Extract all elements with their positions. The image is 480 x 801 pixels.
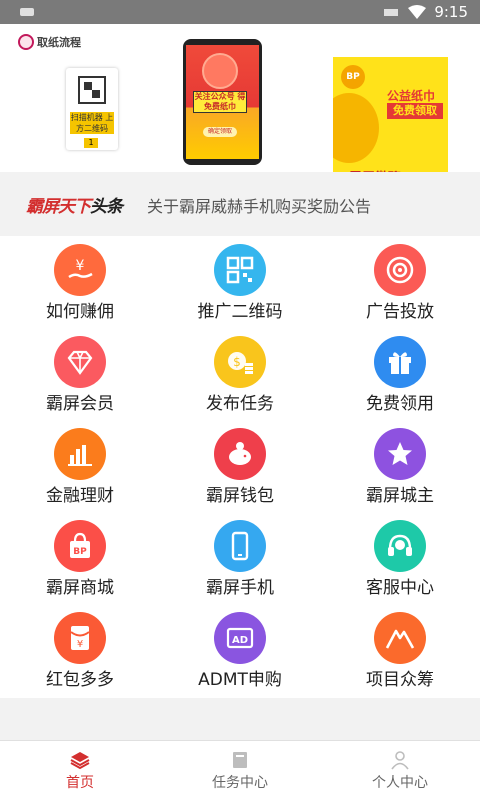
svg-text:BP: BP [73,547,87,557]
tissue-circle-icon [202,53,238,89]
svg-text:¥: ¥ [76,258,85,274]
red-envelope-icon: ¥ [54,612,106,664]
grid-item-label: 免费领用 [366,394,434,414]
grid-item-label: 霸屏城主 [366,486,434,506]
feature-grid: ¥ 如何赚佣 推广二维码 广告投放霸屏会员 $ 发布任务 免费领用金融理财 霸屏钱包 霸屏城主 B… [0,236,480,698]
qr-code-icon [78,76,106,104]
grid-item-label: 霸屏手机 [206,578,274,598]
grid-item-10[interactable]: BP 霸屏商城 [0,512,160,604]
grid-item-7[interactable]: 金融理财 [0,420,160,512]
qr-card-label: 扫描机器 上方二维码 [70,112,114,134]
banner-tag-text: 取纸流程 [37,36,81,49]
tab-home[interactable]: 首页 [0,741,160,801]
qr-card-step: 1 [84,138,98,148]
shopping-bag-icon: BP [54,520,106,572]
poster-badge: BP [341,65,365,89]
qr-code-icon [214,244,266,296]
grid-item-label: 霸屏钱包 [206,486,274,506]
grid-item-12[interactable]: 客服中心 [320,512,480,604]
status-bar: 9:15 [0,0,480,24]
grid-item-label: 广告投放 [366,302,434,322]
bar-chart-icon [54,428,106,480]
grid-item-3[interactable]: 广告投放 [320,236,480,328]
grid-item-label: 发布任务 [206,394,274,414]
grid-item-15[interactable]: 项目众筹 [320,604,480,696]
cell-signal-icon [384,9,398,16]
poster-title-main: 免费领取 [387,103,443,119]
grid-item-label: 项目众筹 [366,670,434,690]
svg-text:$: $ [233,355,241,369]
money-hand-icon: ¥ [54,244,106,296]
bottom-tab-bar: 首页 任务中心 个人中心 [0,740,480,800]
diamond-icon [54,336,106,388]
grid-item-2[interactable]: 推广二维码 [160,236,320,328]
grid-item-11[interactable]: 霸屏手机 [160,512,320,604]
poster-title-top: 公益纸巾 [387,89,436,103]
grid-item-label: 金融理财 [46,486,114,506]
gift-icon [374,336,426,388]
grid-item-13[interactable]: ¥ 红包多多 [0,604,160,696]
person-icon [391,751,409,770]
headline-brand-red: 霸屏天下 [26,197,91,217]
ad-icon: AD [214,612,266,664]
svg-text:¥: ¥ [77,639,83,650]
banner-carousel[interactable]: 取纸流程 扫描机器 上方二维码 1 关注公众号 得免费纸巾 确定领取 BP 公益… [0,24,480,189]
coins-icon: $ [214,336,266,388]
phone-card-sign: 关注公众号 得免费纸巾 [193,91,247,113]
grid-item-1[interactable]: ¥ 如何赚佣 [0,236,160,328]
spacer [0,698,480,740]
star-icon [374,428,426,480]
headline-news[interactable]: 关于霸屏威赫手机购买奖励公告 [147,193,371,217]
grid-item-4[interactable]: 霸屏会员 [0,328,160,420]
poster-card: BP 公益纸巾 免费领取 霸屏微聊 [333,57,448,189]
headline-brand-dark: 头条 [90,197,123,217]
grid-item-label: 霸屏会员 [46,394,114,414]
tab-profile-label: 个人中心 [372,775,428,791]
home-layers-icon [70,752,90,770]
grid-item-label: 推广二维码 [197,302,283,322]
grid-item-9[interactable]: 霸屏城主 [320,420,480,512]
tab-tasks-label: 任务中心 [212,775,268,791]
wifi-icon [408,5,426,19]
phone-card-button: 确定领取 [203,127,237,137]
grid-item-8[interactable]: 霸屏钱包 [160,420,320,512]
qr-step-card: 扫描机器 上方二维码 1 [66,68,118,150]
target-icon [374,244,426,296]
smartphone-icon [214,520,266,572]
headline-bar[interactable]: 霸屏天下头条 关于霸屏威赫手机购买奖励公告 [0,172,480,236]
svg-text:AD: AD [232,635,248,646]
tab-home-label: 首页 [66,775,94,791]
book-icon [233,752,247,768]
mountain-icon [374,612,426,664]
phone-step-card: 关注公众号 得免费纸巾 确定领取 [183,39,262,165]
headset-icon [374,520,426,572]
swirl-decoration [333,93,379,163]
piggy-bank-icon [214,428,266,480]
grid-item-label: ADMT申购 [198,670,282,690]
grid-item-label: 客服中心 [366,578,434,598]
banner-tag: 取纸流程 [18,34,81,50]
grid-item-6[interactable]: 免费领用 [320,328,480,420]
logo-icon [18,34,34,50]
grid-item-label: 如何赚佣 [46,302,114,322]
tab-profile[interactable]: 个人中心 [320,741,480,801]
grid-item-5[interactable]: $ 发布任务 [160,328,320,420]
grid-item-label: 霸屏商城 [46,578,114,598]
status-time: 9:15 [434,3,468,21]
headline-brand: 霸屏天下头条 [26,192,123,217]
grid-item-14[interactable]: AD ADMT申购 [160,604,320,696]
notification-icon [20,8,34,16]
grid-item-label: 红包多多 [46,670,114,690]
tab-tasks[interactable]: 任务中心 [160,741,320,801]
